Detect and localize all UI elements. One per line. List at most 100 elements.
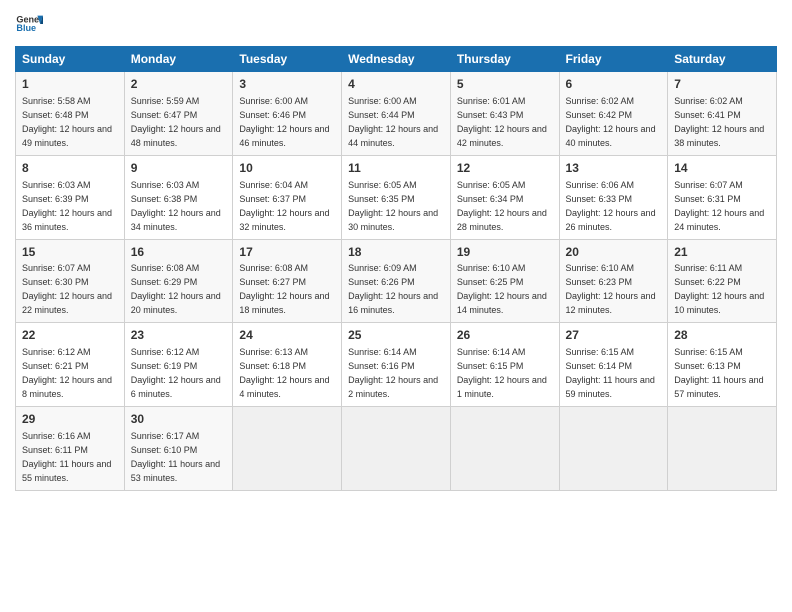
day-number: 15 xyxy=(22,244,118,261)
day-number: 27 xyxy=(566,327,662,344)
day-number: 22 xyxy=(22,327,118,344)
calendar-day-cell: 29 Sunrise: 6:16 AMSunset: 6:11 PMDaylig… xyxy=(16,407,125,491)
day-detail: Sunrise: 6:14 AMSunset: 6:15 PMDaylight:… xyxy=(457,347,547,399)
day-detail: Sunrise: 6:02 AMSunset: 6:42 PMDaylight:… xyxy=(566,96,656,148)
day-number: 24 xyxy=(239,327,335,344)
weekday-header-cell: Monday xyxy=(124,47,233,72)
calendar-day-cell: 6 Sunrise: 6:02 AMSunset: 6:42 PMDayligh… xyxy=(559,72,668,156)
day-detail: Sunrise: 6:05 AMSunset: 6:34 PMDaylight:… xyxy=(457,180,547,232)
day-detail: Sunrise: 6:17 AMSunset: 6:10 PMDaylight:… xyxy=(131,431,220,483)
calendar-day-cell: 22 Sunrise: 6:12 AMSunset: 6:21 PMDaylig… xyxy=(16,323,125,407)
calendar-day-cell: 16 Sunrise: 6:08 AMSunset: 6:29 PMDaylig… xyxy=(124,239,233,323)
day-number: 17 xyxy=(239,244,335,261)
calendar-day-cell: 4 Sunrise: 6:00 AMSunset: 6:44 PMDayligh… xyxy=(342,72,451,156)
calendar-day-cell: 23 Sunrise: 6:12 AMSunset: 6:19 PMDaylig… xyxy=(124,323,233,407)
day-detail: Sunrise: 6:04 AMSunset: 6:37 PMDaylight:… xyxy=(239,180,329,232)
day-detail: Sunrise: 6:12 AMSunset: 6:19 PMDaylight:… xyxy=(131,347,221,399)
calendar-day-cell xyxy=(342,407,451,491)
svg-text:Blue: Blue xyxy=(16,23,36,33)
page-container: General Blue SundayMondayTuesdayWednesda… xyxy=(0,0,792,501)
day-detail: Sunrise: 5:59 AMSunset: 6:47 PMDaylight:… xyxy=(131,96,221,148)
day-detail: Sunrise: 6:16 AMSunset: 6:11 PMDaylight:… xyxy=(22,431,111,483)
day-number: 3 xyxy=(239,76,335,93)
weekday-header-cell: Friday xyxy=(559,47,668,72)
day-number: 29 xyxy=(22,411,118,428)
day-number: 2 xyxy=(131,76,227,93)
day-number: 9 xyxy=(131,160,227,177)
day-number: 13 xyxy=(566,160,662,177)
calendar-day-cell: 25 Sunrise: 6:14 AMSunset: 6:16 PMDaylig… xyxy=(342,323,451,407)
calendar-day-cell: 21 Sunrise: 6:11 AMSunset: 6:22 PMDaylig… xyxy=(668,239,777,323)
calendar-day-cell: 18 Sunrise: 6:09 AMSunset: 6:26 PMDaylig… xyxy=(342,239,451,323)
day-number: 12 xyxy=(457,160,553,177)
calendar-day-cell: 5 Sunrise: 6:01 AMSunset: 6:43 PMDayligh… xyxy=(450,72,559,156)
weekday-header-cell: Tuesday xyxy=(233,47,342,72)
day-detail: Sunrise: 6:15 AMSunset: 6:13 PMDaylight:… xyxy=(674,347,763,399)
calendar-day-cell: 14 Sunrise: 6:07 AMSunset: 6:31 PMDaylig… xyxy=(668,155,777,239)
day-detail: Sunrise: 6:08 AMSunset: 6:29 PMDaylight:… xyxy=(131,263,221,315)
calendar-day-cell: 13 Sunrise: 6:06 AMSunset: 6:33 PMDaylig… xyxy=(559,155,668,239)
weekday-header-row: SundayMondayTuesdayWednesdayThursdayFrid… xyxy=(16,47,777,72)
day-number: 16 xyxy=(131,244,227,261)
day-number: 8 xyxy=(22,160,118,177)
day-number: 25 xyxy=(348,327,444,344)
day-detail: Sunrise: 6:09 AMSunset: 6:26 PMDaylight:… xyxy=(348,263,438,315)
day-detail: Sunrise: 6:12 AMSunset: 6:21 PMDaylight:… xyxy=(22,347,112,399)
day-number: 11 xyxy=(348,160,444,177)
day-detail: Sunrise: 6:00 AMSunset: 6:44 PMDaylight:… xyxy=(348,96,438,148)
day-detail: Sunrise: 6:00 AMSunset: 6:46 PMDaylight:… xyxy=(239,96,329,148)
calendar-day-cell: 19 Sunrise: 6:10 AMSunset: 6:25 PMDaylig… xyxy=(450,239,559,323)
day-number: 23 xyxy=(131,327,227,344)
calendar-day-cell xyxy=(559,407,668,491)
calendar-day-cell xyxy=(668,407,777,491)
calendar-week-row: 22 Sunrise: 6:12 AMSunset: 6:21 PMDaylig… xyxy=(16,323,777,407)
day-number: 19 xyxy=(457,244,553,261)
weekday-header-cell: Sunday xyxy=(16,47,125,72)
day-detail: Sunrise: 6:13 AMSunset: 6:18 PMDaylight:… xyxy=(239,347,329,399)
calendar-day-cell: 26 Sunrise: 6:14 AMSunset: 6:15 PMDaylig… xyxy=(450,323,559,407)
calendar-day-cell: 10 Sunrise: 6:04 AMSunset: 6:37 PMDaylig… xyxy=(233,155,342,239)
day-number: 6 xyxy=(566,76,662,93)
calendar-day-cell: 11 Sunrise: 6:05 AMSunset: 6:35 PMDaylig… xyxy=(342,155,451,239)
day-number: 1 xyxy=(22,76,118,93)
calendar-day-cell: 15 Sunrise: 6:07 AMSunset: 6:30 PMDaylig… xyxy=(16,239,125,323)
day-number: 5 xyxy=(457,76,553,93)
calendar-day-cell: 24 Sunrise: 6:13 AMSunset: 6:18 PMDaylig… xyxy=(233,323,342,407)
weekday-header-cell: Saturday xyxy=(668,47,777,72)
day-detail: Sunrise: 6:03 AMSunset: 6:39 PMDaylight:… xyxy=(22,180,112,232)
calendar-week-row: 1 Sunrise: 5:58 AMSunset: 6:48 PMDayligh… xyxy=(16,72,777,156)
day-number: 20 xyxy=(566,244,662,261)
day-detail: Sunrise: 6:10 AMSunset: 6:23 PMDaylight:… xyxy=(566,263,656,315)
day-detail: Sunrise: 5:58 AMSunset: 6:48 PMDaylight:… xyxy=(22,96,112,148)
day-number: 30 xyxy=(131,411,227,428)
day-detail: Sunrise: 6:14 AMSunset: 6:16 PMDaylight:… xyxy=(348,347,438,399)
calendar-table: SundayMondayTuesdayWednesdayThursdayFrid… xyxy=(15,46,777,491)
day-detail: Sunrise: 6:07 AMSunset: 6:30 PMDaylight:… xyxy=(22,263,112,315)
calendar-day-cell xyxy=(233,407,342,491)
logo: General Blue xyxy=(15,10,43,38)
calendar-day-cell: 27 Sunrise: 6:15 AMSunset: 6:14 PMDaylig… xyxy=(559,323,668,407)
logo-icon: General Blue xyxy=(15,10,43,38)
day-detail: Sunrise: 6:08 AMSunset: 6:27 PMDaylight:… xyxy=(239,263,329,315)
day-detail: Sunrise: 6:02 AMSunset: 6:41 PMDaylight:… xyxy=(674,96,764,148)
page-header: General Blue xyxy=(15,10,777,38)
day-detail: Sunrise: 6:01 AMSunset: 6:43 PMDaylight:… xyxy=(457,96,547,148)
calendar-week-row: 15 Sunrise: 6:07 AMSunset: 6:30 PMDaylig… xyxy=(16,239,777,323)
day-number: 4 xyxy=(348,76,444,93)
day-number: 18 xyxy=(348,244,444,261)
calendar-day-cell: 7 Sunrise: 6:02 AMSunset: 6:41 PMDayligh… xyxy=(668,72,777,156)
day-number: 26 xyxy=(457,327,553,344)
calendar-day-cell: 3 Sunrise: 6:00 AMSunset: 6:46 PMDayligh… xyxy=(233,72,342,156)
calendar-day-cell: 17 Sunrise: 6:08 AMSunset: 6:27 PMDaylig… xyxy=(233,239,342,323)
calendar-day-cell: 28 Sunrise: 6:15 AMSunset: 6:13 PMDaylig… xyxy=(668,323,777,407)
day-detail: Sunrise: 6:07 AMSunset: 6:31 PMDaylight:… xyxy=(674,180,764,232)
calendar-day-cell: 1 Sunrise: 5:58 AMSunset: 6:48 PMDayligh… xyxy=(16,72,125,156)
day-number: 28 xyxy=(674,327,770,344)
calendar-week-row: 8 Sunrise: 6:03 AMSunset: 6:39 PMDayligh… xyxy=(16,155,777,239)
weekday-header-cell: Wednesday xyxy=(342,47,451,72)
calendar-week-row: 29 Sunrise: 6:16 AMSunset: 6:11 PMDaylig… xyxy=(16,407,777,491)
day-number: 21 xyxy=(674,244,770,261)
calendar-day-cell: 20 Sunrise: 6:10 AMSunset: 6:23 PMDaylig… xyxy=(559,239,668,323)
day-detail: Sunrise: 6:03 AMSunset: 6:38 PMDaylight:… xyxy=(131,180,221,232)
day-number: 10 xyxy=(239,160,335,177)
